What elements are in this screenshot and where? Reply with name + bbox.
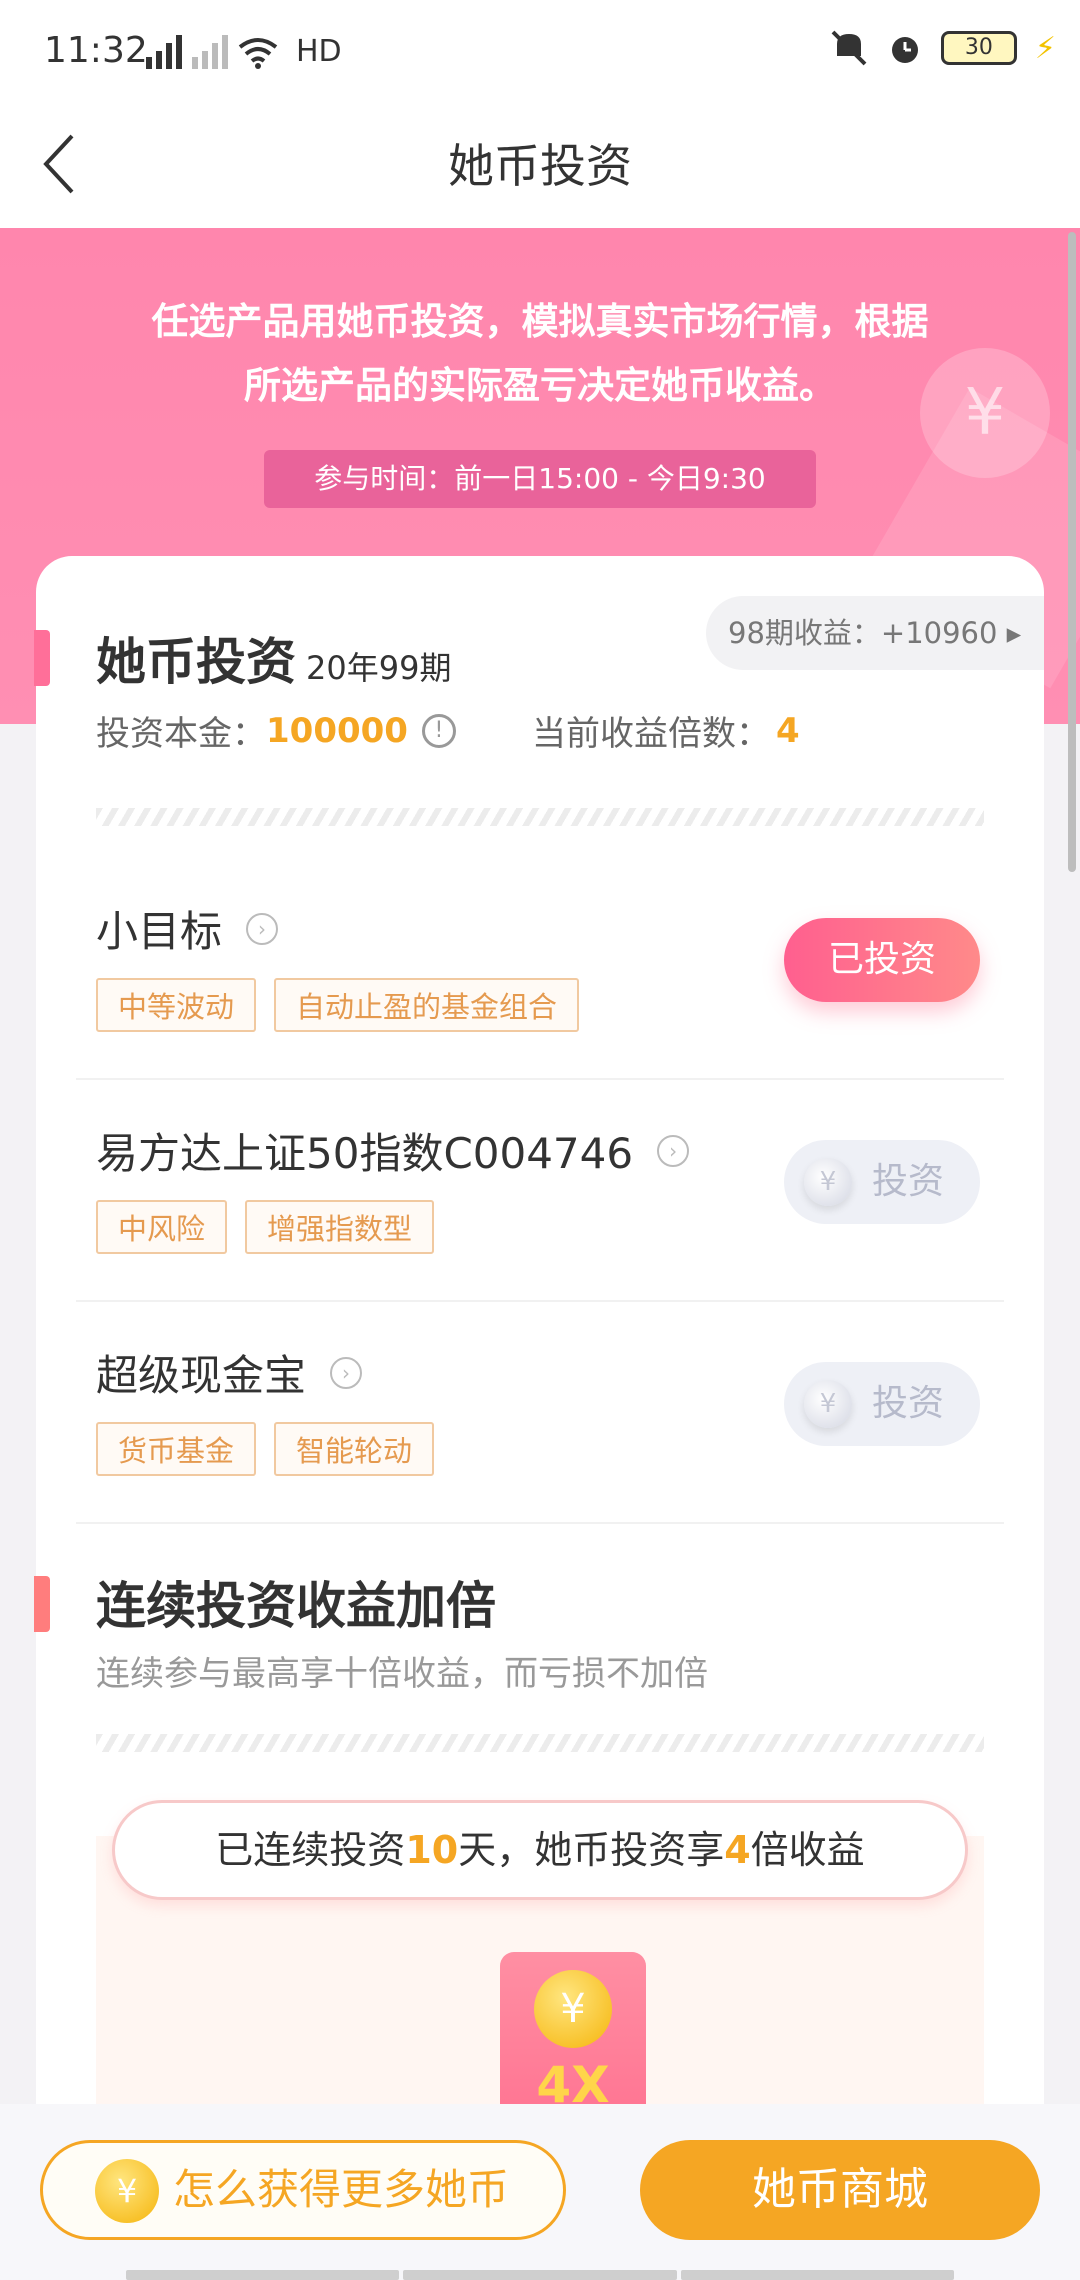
- section-accent: [34, 1576, 50, 1632]
- tag: 中等波动: [96, 978, 257, 1032]
- chevron-right-icon[interactable]: ›: [330, 1356, 363, 1389]
- coin-icon: ¥: [804, 1158, 852, 1206]
- product-tags: 中等波动 自动止盈的基金组合: [96, 978, 580, 1032]
- bottom-bar: ¥ 怎么获得更多她币 她币商城: [0, 2104, 1080, 2280]
- investment-info: 投资本金： 100000 ! 当前收益倍数： 4: [96, 706, 996, 755]
- invest-button-label: 投资: [872, 1161, 945, 1202]
- participation-time: 参与时间：前一日15:00 - 今日9:30: [264, 450, 816, 508]
- status-bar: 11:32 HD 30 ⚡: [0, 0, 1080, 100]
- streak-text-b: 天，她币投资享: [458, 1828, 725, 1872]
- hd-label: HD: [296, 34, 342, 69]
- tag: 货币基金: [96, 1422, 257, 1476]
- product-item[interactable]: 小目标 › 中等波动 自动止盈的基金组合 已投资: [76, 858, 1004, 1080]
- streak-subtitle: 连续参与最高享十倍收益，而亏损不加倍: [96, 1654, 708, 1694]
- info-icon[interactable]: !: [421, 713, 456, 748]
- product-tags: 中风险 增强指数型: [96, 1200, 435, 1254]
- status-time: 11:32: [44, 30, 148, 71]
- product-item[interactable]: 超级现金宝 › 货币基金 智能轮动 ¥ 投资: [76, 1302, 1004, 1524]
- scrollbar[interactable]: [1068, 232, 1076, 872]
- charging-icon: ⚡: [1034, 30, 1056, 66]
- coin-icon: ¥: [95, 2159, 159, 2223]
- card-title-text: 她币投资: [96, 633, 296, 691]
- section-accent: [34, 630, 50, 686]
- investment-card: 她币投资 20年99期 98期收益：+10960 ▸ 投资本金： 100000 !…: [34, 556, 1044, 2156]
- product-name: 小目标 ›: [96, 898, 279, 959]
- product-name-text: 小目标: [96, 907, 223, 956]
- page-title: 她币投资: [448, 139, 632, 193]
- signal-icon: [146, 35, 182, 69]
- signal-2-icon: [192, 35, 228, 69]
- streak-times: 4: [724, 1828, 751, 1872]
- tag: 自动止盈的基金组合: [274, 978, 580, 1032]
- product-name: 超级现金宝 ›: [96, 1342, 363, 1403]
- invested-button[interactable]: 已投资: [784, 918, 980, 1002]
- banner-description: 任选产品用她币投资，模拟真实市场行情，根据 所选产品的实际盈亏决定她币收益。: [80, 290, 1000, 418]
- status-left-icons: HD: [146, 34, 342, 69]
- earn-more-coins-button[interactable]: ¥ 怎么获得更多她币: [40, 2140, 566, 2240]
- coin-mall-button[interactable]: 她币商城: [640, 2140, 1040, 2240]
- product-name-text: 易方达上证50指数C004746: [96, 1129, 634, 1178]
- multiplier-label: 当前收益倍数：: [531, 714, 770, 754]
- wifi-icon: [238, 38, 278, 69]
- streak-status: 已连续投资10天，她币投资享4倍收益: [112, 1800, 968, 1900]
- tag: 智能轮动: [274, 1422, 435, 1476]
- status-right-icons: 30 ⚡: [829, 30, 1056, 66]
- invest-button[interactable]: ¥ 投资: [784, 1140, 980, 1224]
- banner-line-1: 任选产品用她币投资，模拟真实市场行情，根据: [151, 300, 929, 343]
- previous-earnings-link[interactable]: 98期收益：+10960 ▸: [706, 596, 1044, 670]
- principal-value: 100000: [266, 710, 408, 751]
- streak-days: 10: [405, 1828, 459, 1872]
- nav-bar: 她币投资: [0, 100, 1080, 228]
- banner-line-2: 所选产品的实际盈亏决定她币收益。: [244, 364, 836, 407]
- tag: 中风险: [96, 1200, 228, 1254]
- tag: 增强指数型: [245, 1200, 435, 1254]
- invest-button[interactable]: ¥ 投资: [784, 1362, 980, 1446]
- mute-icon: [831, 30, 867, 66]
- invest-button-label: 投资: [872, 1383, 945, 1424]
- streak-text-c: 倍收益: [750, 1828, 865, 1872]
- coin-icon: ¥: [534, 1970, 612, 2048]
- card-title: 她币投资 20年99期: [96, 622, 451, 694]
- home-indicator[interactable]: [126, 2270, 954, 2280]
- card-period: 20年99期: [306, 649, 452, 687]
- divider: [96, 1734, 984, 1752]
- principal-label: 投资本金：: [96, 714, 266, 754]
- streak-title: 连续投资收益加倍: [96, 1577, 496, 1635]
- product-name: 易方达上证50指数C004746 ›: [96, 1120, 690, 1181]
- product-item[interactable]: 易方达上证50指数C004746 › 中风险 增强指数型 ¥ 投资: [76, 1080, 1004, 1302]
- battery-icon: 30: [940, 31, 1017, 65]
- alarm-icon: [891, 37, 918, 63]
- chevron-right-icon[interactable]: ›: [657, 1134, 690, 1167]
- earn-more-label: 怎么获得更多她币: [173, 2165, 510, 2214]
- multiplier-value: 4: [775, 710, 800, 751]
- coin-icon: ¥: [804, 1380, 852, 1428]
- streak-text-a: 已连续投资: [215, 1828, 406, 1872]
- chevron-right-icon[interactable]: ›: [246, 912, 279, 945]
- product-tags: 货币基金 智能轮动: [96, 1422, 435, 1476]
- product-name-text: 超级现金宝: [96, 1351, 307, 1400]
- divider: [96, 808, 984, 826]
